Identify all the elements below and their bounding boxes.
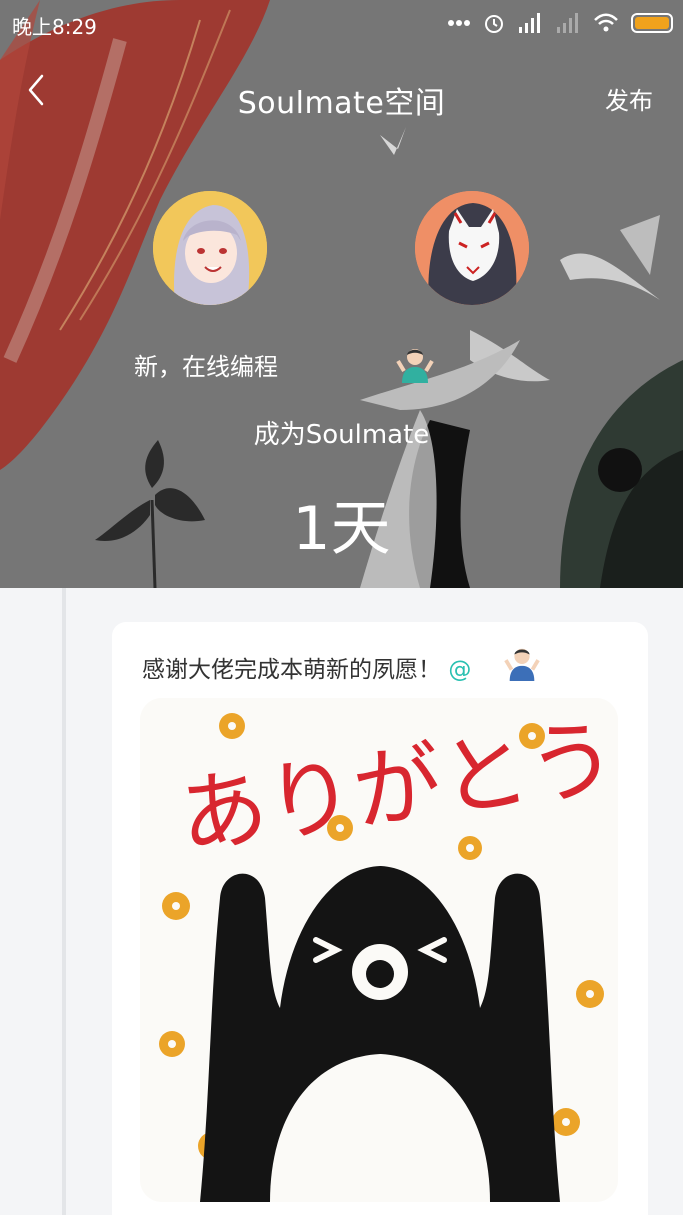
- post-image[interactable]: ありがとう!: [140, 698, 618, 1202]
- status-icons: [447, 10, 673, 36]
- post-body-text: 感谢大佬完成本萌新的夙愿！: [142, 657, 441, 683]
- post-text: 感谢大佬完成本萌新的夙愿！ @: [142, 650, 471, 684]
- soulmate-label: 成为Soulmate: [253, 420, 430, 450]
- battery-icon: [631, 13, 673, 33]
- penguin-thank-you-sticker: ありがとう!: [140, 698, 618, 1202]
- status-time: 晚上8:29: [12, 15, 97, 39]
- signal-icon: [519, 13, 540, 33]
- timeline-line: [62, 588, 66, 1215]
- wifi-icon: [594, 13, 618, 32]
- status-bar: 晚上8:29: [0, 0, 683, 46]
- my-avatar[interactable]: [153, 191, 267, 305]
- page-title: Soulmate空间: [237, 86, 446, 121]
- signal-weak-icon: [557, 13, 578, 33]
- avatar-fox-mask-image: [415, 191, 529, 305]
- more-dots-icon: [448, 20, 470, 26]
- soulmate-days-count: 1天: [292, 494, 391, 564]
- avatar-girl-image: [153, 191, 267, 305]
- publish-button[interactable]: 发布: [605, 81, 653, 116]
- mention-link[interactable]: @: [448, 657, 471, 683]
- nav-bar: Soulmate空间 发布: [0, 64, 683, 124]
- post-card[interactable]: 感谢大佬完成本萌新的夙愿！ @ ありがとう!: [112, 622, 648, 1215]
- alarm-icon: [485, 15, 503, 33]
- shrug-emoji-icon: [396, 349, 434, 383]
- shrug-emoji-icon: [504, 648, 540, 681]
- soulmate-avatar[interactable]: [415, 191, 529, 305]
- bio-ticker-text: 新，在线编程: [134, 353, 278, 381]
- soulmate-header: 晚上8:29 Soulmate空间 发布 新，在线编程 成为Soulmate 1…: [0, 0, 683, 588]
